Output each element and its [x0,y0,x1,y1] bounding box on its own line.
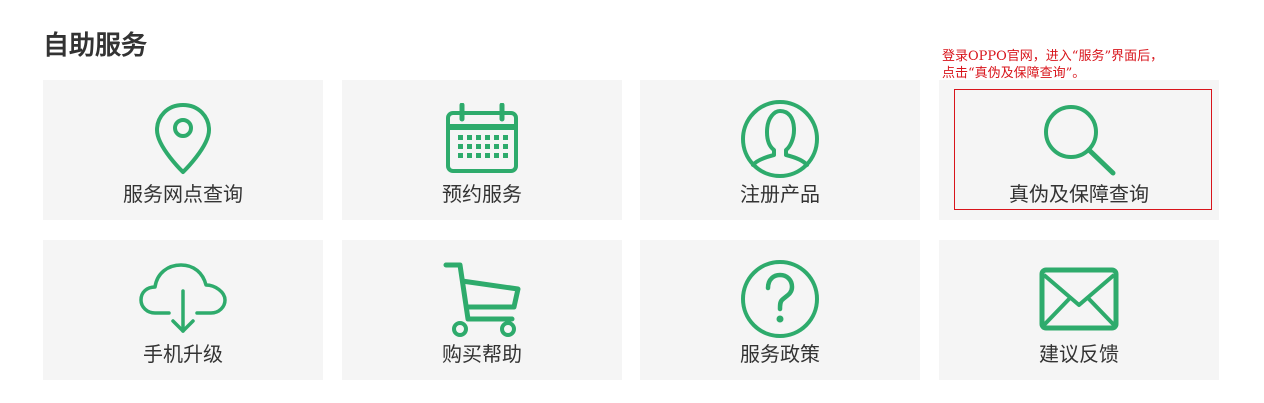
tile-feedback[interactable]: 建议反馈 [939,240,1219,380]
tile-authenticity-warranty-query[interactable]: 真伪及保障查询 [939,80,1219,220]
tile-register-product[interactable]: 注册产品 [640,80,920,220]
envelope-icon [1034,258,1124,340]
tile-label: 购买帮助 [442,342,522,366]
tile-label: 预约服务 [442,182,522,206]
tile-service-outlet-query[interactable]: 服务网点查询 [43,80,323,220]
tile-label: 服务网点查询 [123,182,243,206]
cloud-download-icon [138,258,228,340]
calendar-icon [437,98,527,180]
location-pin-icon [138,98,228,180]
shopping-cart-icon [437,258,527,340]
tile-phone-upgrade[interactable]: 手机升级 [43,240,323,380]
tile-purchase-help[interactable]: 购买帮助 [342,240,622,380]
tile-service-policy[interactable]: 服务政策 [640,240,920,380]
tile-label: 真伪及保障查询 [1009,182,1149,206]
question-mark-icon [735,258,825,340]
section-title: 自助服务 [43,31,148,61]
tile-label: 建议反馈 [1039,342,1119,366]
tile-label: 手机升级 [143,342,223,366]
user-profile-icon [735,98,825,180]
annotation-text: 登录OPPO官网，进入“服务”界面后， 点击“真伪及保障查询”。 [942,49,1164,81]
search-icon [1034,98,1124,180]
tile-label: 注册产品 [740,182,820,206]
tile-label: 服务政策 [740,342,820,366]
tile-appointment-service[interactable]: 预约服务 [342,80,622,220]
